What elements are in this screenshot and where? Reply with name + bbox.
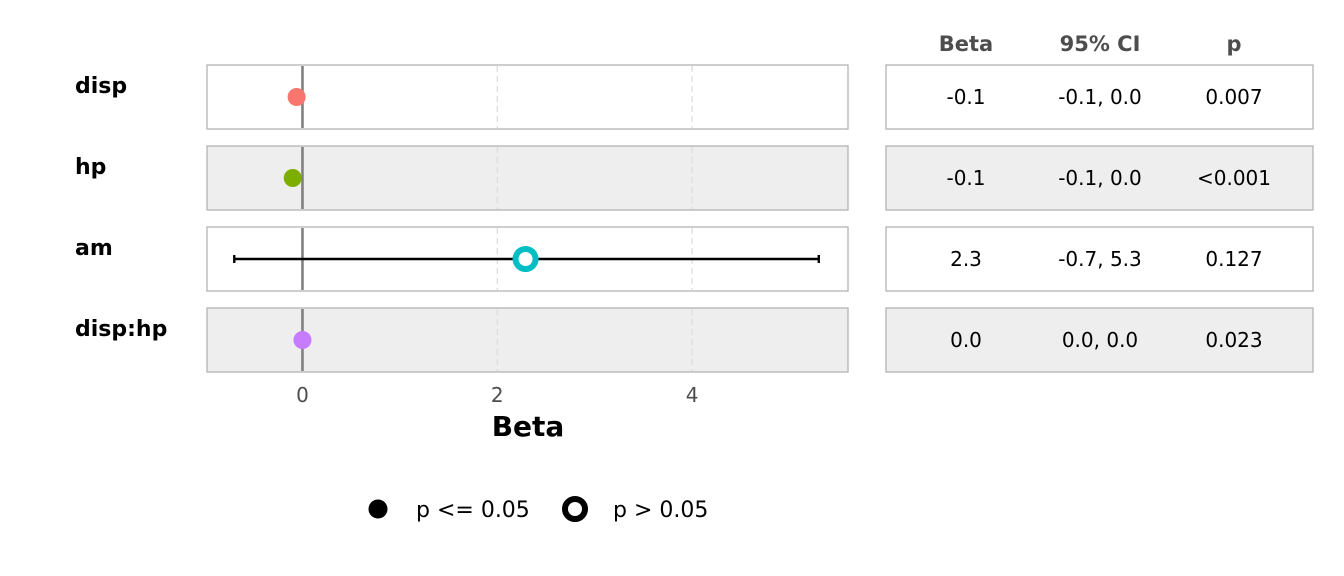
legend-label-significant: p <= 0.05	[416, 498, 530, 523]
point-estimate	[287, 88, 306, 106]
x-tick-label: 2	[491, 383, 504, 407]
x-axis-ticks: 0 2 4	[296, 383, 698, 407]
table-cell-beta: -0.1	[946, 85, 985, 109]
legend-hollow-marker	[562, 496, 588, 522]
legend-filled-marker	[368, 499, 388, 519]
x-tick-label: 0	[296, 383, 309, 407]
point-estimate	[512, 246, 539, 272]
table-cell-ci: -0.1, 0.0	[1058, 85, 1142, 109]
table-cell-ci: -0.1, 0.0	[1058, 166, 1142, 190]
term-label: am	[75, 236, 113, 261]
term-label: hp	[75, 155, 106, 180]
term-label: disp:hp	[75, 317, 167, 342]
table-cell-beta: 2.3	[950, 247, 982, 271]
term-labels: disp hp am disp:hp	[75, 74, 167, 342]
legend-label-not-significant: p > 0.05	[613, 498, 708, 523]
table-cell-p: 0.127	[1205, 247, 1262, 271]
table-cell-p: 0.023	[1205, 328, 1262, 352]
table-cell-ci: 0.0, 0.0	[1062, 328, 1138, 352]
term-label: disp	[75, 74, 127, 99]
table-panels	[885, 64, 1314, 373]
table-cell-p: <0.001	[1197, 166, 1271, 190]
x-axis-title: Beta	[492, 410, 565, 443]
table-header: p	[1226, 32, 1241, 56]
legend: p <= 0.05 p > 0.05	[368, 496, 708, 523]
table-cell-beta: -0.1	[946, 166, 985, 190]
forest-plot: disp hp am disp:hp 0 2 4 -0.1 -0.1, 0.0 0.007 -0…	[75, 32, 1314, 523]
x-tick-label: 4	[686, 383, 699, 407]
table-header: 95% CI	[1060, 32, 1141, 56]
table-cell-p: 0.007	[1205, 85, 1262, 109]
table-cell-ci: -0.7, 5.3	[1058, 247, 1142, 271]
table-header: Beta	[939, 32, 993, 56]
table-cell-beta: 0.0	[950, 328, 982, 352]
point-estimate	[293, 331, 312, 349]
point-estimate	[283, 169, 302, 187]
